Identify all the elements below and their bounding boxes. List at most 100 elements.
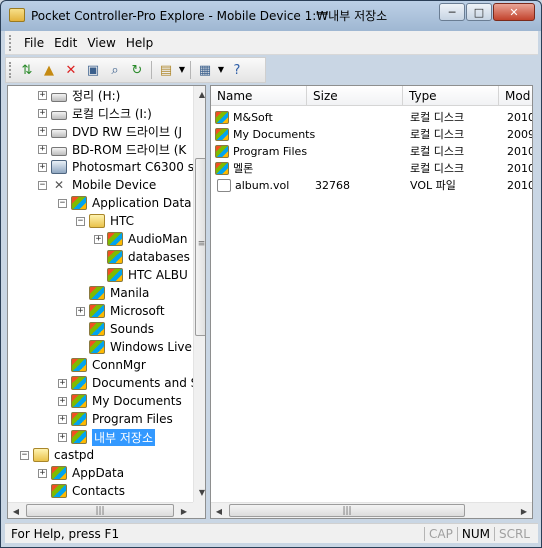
folder-tree[interactable]: + 정리 (H:) + 로컬 디스크 (I:) + DVD RW 드라이브 (J + BD-R… — [7, 85, 206, 519]
tree-hscroll-thumb[interactable]: ||| — [26, 504, 174, 517]
list-cell-size: 32768 — [315, 179, 350, 192]
expand-icon[interactable]: + — [38, 90, 47, 100]
properties-icon[interactable]: ▣ — [83, 60, 103, 80]
scroll-left-icon[interactable]: ◀ — [211, 503, 227, 518]
tree-item-label: 로컬 디스크 (I:) — [72, 106, 152, 121]
tree-item[interactable]: + Photosmart C6300 s — [38, 158, 194, 176]
tree-item-label: Manila — [110, 286, 150, 300]
folder-up-icon[interactable]: ▲ — [39, 60, 59, 80]
tree-item[interactable]: + Documents and S — [58, 374, 198, 392]
list-horizontal-scrollbar[interactable]: ◀ ||| ▶ — [211, 502, 532, 518]
folder-icon — [107, 232, 123, 246]
menu-help[interactable]: Help — [121, 36, 158, 50]
menu-grip-icon[interactable] — [9, 34, 13, 51]
list-item[interactable]: Program Files 로컬 디스크 2010 — [211, 143, 532, 160]
find-icon[interactable]: ⌕ — [105, 60, 125, 80]
paste-dropdown-icon[interactable]: ▼ — [178, 60, 186, 80]
tree-item-label: HTC — [110, 214, 135, 228]
expand-icon[interactable]: + — [38, 162, 47, 172]
list-cell-type: 로컬 디스크 — [410, 111, 465, 124]
list-item[interactable]: My Documents 로컬 디스크 2009 — [211, 126, 532, 143]
scroll-right-icon[interactable]: ▶ — [516, 503, 532, 518]
collapse-icon[interactable]: − — [76, 216, 85, 226]
expand-icon[interactable]: + — [58, 378, 67, 388]
tree-item[interactable]: + AudioMan — [94, 230, 187, 248]
folder-icon — [71, 196, 87, 210]
sync-icon[interactable]: ⇅ — [17, 60, 37, 80]
view-dropdown-icon[interactable]: ▼ — [217, 60, 225, 80]
list-item[interactable]: 멜론 로컬 디스크 2010 — [211, 160, 532, 177]
column-header-size[interactable]: Size — [307, 86, 403, 106]
tree-item[interactable]: Sounds — [76, 320, 154, 338]
folder-icon — [215, 162, 229, 175]
scroll-up-icon[interactable]: ▲ — [194, 86, 205, 102]
tree-horizontal-scrollbar[interactable]: ◀ ||| ▶ — [8, 502, 193, 518]
tree-item[interactable]: − HTC — [76, 212, 134, 230]
delete-icon[interactable]: ✕ — [61, 60, 81, 80]
tree-item[interactable]: Manila — [76, 284, 149, 302]
tree-item[interactable]: + My Documents — [58, 392, 182, 410]
toolbar: ⇅ ▲ ✕ ▣ ⌕ ↻ ▤ ▼ ▦ ▼ ? — [5, 57, 266, 83]
tree-item[interactable]: + BD-ROM 드라이브 (K — [38, 140, 186, 158]
tree-item[interactable]: − castpd — [20, 446, 94, 464]
tree-item[interactable]: + Microsoft — [76, 302, 165, 320]
menu-edit[interactable]: Edit — [49, 36, 82, 50]
maximize-button[interactable]: □ — [466, 3, 492, 21]
list-scroll-thumb[interactable]: ||| — [229, 504, 465, 517]
window-title: Pocket Controller-Pro Explore - Mobile D… — [31, 8, 388, 23]
scroll-down-icon[interactable]: ▼ — [194, 484, 205, 500]
collapse-icon[interactable]: − — [58, 198, 67, 208]
menu-file[interactable]: File — [19, 36, 49, 50]
collapse-icon[interactable]: − — [20, 450, 29, 460]
folder-icon — [51, 466, 67, 480]
tree-scroll-thumb[interactable]: ≡ — [195, 158, 205, 336]
expand-icon[interactable]: + — [58, 414, 67, 424]
scroll-left-icon[interactable]: ◀ — [8, 503, 24, 518]
list-item[interactable]: album.vol 32768 VOL 파일 2010 — [211, 177, 532, 194]
tree-item-label: Application Data — [92, 196, 192, 210]
expand-icon[interactable]: + — [94, 234, 103, 244]
file-list[interactable]: Name Size Type Mod ◀ ||| ▶ M&Soft 로컬 디스크 2… — [210, 85, 533, 519]
scroll-corner — [193, 502, 205, 518]
minimize-button[interactable]: ─ — [439, 3, 465, 21]
tree-item[interactable]: + DVD RW 드라이브 (J — [38, 122, 182, 140]
tree-item[interactable]: HTC ALBU — [94, 266, 188, 284]
column-header-modified[interactable]: Mod — [499, 86, 532, 106]
tree-item[interactable]: databases — [94, 248, 190, 266]
expand-icon[interactable]: + — [58, 396, 67, 406]
menu-view[interactable]: View — [82, 36, 120, 50]
toolbar-grip-icon[interactable] — [9, 62, 13, 78]
paste-icon[interactable]: ▤ — [156, 60, 176, 80]
collapse-icon[interactable]: − — [38, 180, 47, 190]
view-icon[interactable]: ▦ — [195, 60, 215, 80]
refresh-icon[interactable]: ↻ — [127, 60, 147, 80]
tree-item[interactable]: − ✕ Mobile Device — [38, 176, 156, 194]
tree-item[interactable]: + AppData — [38, 464, 124, 482]
status-num: NUM — [456, 526, 494, 541]
scroll-right-icon[interactable]: ▶ — [176, 503, 192, 518]
expand-icon[interactable]: + — [58, 432, 67, 442]
expand-icon[interactable]: + — [38, 126, 47, 136]
expand-icon[interactable]: + — [38, 144, 47, 154]
expand-icon[interactable]: + — [38, 108, 47, 118]
list-item-name: album.vol — [235, 179, 290, 192]
help-icon[interactable]: ? — [227, 60, 247, 80]
tree-item[interactable]: − Application Data — [58, 194, 192, 212]
tree-item[interactable]: ConnMgr — [58, 356, 146, 374]
tree-item-label: Microsoft — [110, 304, 165, 318]
tree-item[interactable]: Contacts — [38, 482, 125, 500]
tree-item[interactable]: + Program Files — [58, 410, 173, 428]
drive-icon — [51, 92, 67, 102]
tree-item[interactable]: + 로컬 디스크 (I:) — [38, 104, 152, 122]
close-button[interactable]: ✕ — [493, 3, 535, 21]
expand-icon[interactable]: + — [76, 306, 85, 316]
expand-icon[interactable]: + — [38, 468, 47, 478]
column-header-name[interactable]: Name — [211, 86, 307, 106]
tree-item[interactable]: Windows Live — [76, 338, 192, 356]
column-header-type[interactable]: Type — [403, 86, 499, 106]
tree-item[interactable]: + 정리 (H:) — [38, 86, 120, 104]
tree-item[interactable]: + 내부 저장소 — [58, 428, 156, 446]
title-bar[interactable]: Pocket Controller-Pro Explore - Mobile D… — [1, 1, 541, 29]
tree-vertical-scrollbar[interactable]: ▲ ≡ ▼ — [193, 86, 205, 502]
list-item[interactable]: M&Soft 로컬 디스크 2010 — [211, 109, 532, 126]
